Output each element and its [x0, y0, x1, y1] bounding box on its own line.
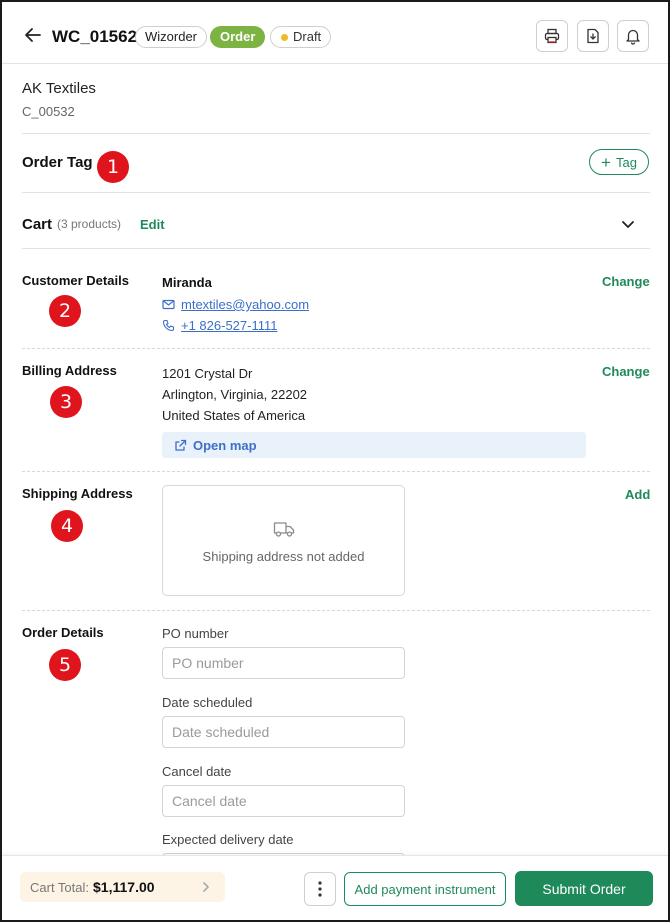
billing-line-2: Arlington, Virginia, 22202 [162, 387, 308, 402]
customer-name: AK Textiles [22, 80, 96, 97]
more-vertical-icon [318, 881, 322, 897]
dashed-divider [22, 610, 650, 611]
billing-line-1: 1201 Crystal Dr [162, 366, 253, 381]
status-dot [281, 34, 288, 41]
shipping-address-title: Shipping Address [22, 486, 133, 501]
open-map-label: Open map [193, 437, 257, 453]
step-badge-3: 3 [50, 386, 82, 418]
add-tag-button[interactable]: + Tag [589, 149, 649, 175]
divider [22, 192, 650, 193]
external-link-icon [175, 439, 187, 451]
status-label: Draft [293, 29, 322, 44]
cart-title: Cart [22, 216, 53, 233]
change-customer-link[interactable]: Change [602, 274, 650, 289]
download-button[interactable] [577, 20, 609, 52]
open-map-button[interactable]: Open map [162, 432, 586, 458]
step-badge-2: 2 [49, 295, 81, 327]
date-scheduled-input[interactable] [162, 716, 405, 748]
mail-icon [162, 299, 175, 310]
billing-address-title: Billing Address [22, 363, 117, 378]
order-details-title: Order Details [22, 625, 104, 640]
divider [22, 248, 650, 249]
source-pill: Wizorder [135, 26, 208, 48]
step-badge-4: 4 [51, 510, 83, 542]
billing-line-3: United States of America [162, 408, 306, 423]
expected-delivery-label: Expected delivery date [162, 832, 294, 847]
add-shipping-link[interactable]: Add [625, 487, 650, 502]
cart-product-count: (3 products) [57, 217, 122, 231]
truck-icon [273, 522, 295, 537]
cart-total-label: Cart Total: [30, 879, 90, 895]
status-badge: Draft [270, 26, 332, 48]
po-number-input[interactable] [162, 647, 405, 679]
notifications-button[interactable] [617, 20, 649, 52]
add-tag-label: Tag [615, 154, 637, 170]
contact-email-link[interactable]: mtextiles@yahoo.com [181, 297, 309, 312]
order-page: WC_01562 Wizorder Order Draft AK Textile… [0, 0, 670, 922]
chevron-right-icon [203, 882, 209, 892]
footer-bar: Cart Total: $1,117.00 Add payment instru… [2, 855, 668, 920]
bell-icon [626, 29, 640, 45]
contact-name: Miranda [162, 275, 212, 290]
po-number-label: PO number [162, 626, 229, 641]
step-badge-5: 5 [49, 649, 81, 681]
cart-total-value: $1,117.00 [93, 879, 155, 895]
print-icon [544, 28, 560, 44]
more-options-button[interactable] [304, 872, 336, 906]
date-scheduled-label: Date scheduled [162, 695, 253, 710]
customer-details-title: Customer Details [22, 273, 129, 288]
cancel-date-input[interactable] [162, 785, 405, 817]
add-payment-instrument-button[interactable]: Add payment instrument [344, 872, 506, 906]
dashed-divider [22, 471, 650, 472]
print-button[interactable] [536, 20, 568, 52]
customer-id: C_00532 [22, 104, 75, 119]
phone-icon [162, 319, 175, 332]
step-badge-1: 1 [97, 151, 129, 183]
order-id: WC_01562 [52, 27, 138, 46]
chevron-down-icon[interactable] [620, 216, 636, 232]
type-pill: Order [210, 26, 266, 48]
order-tag-title: Order Tag [22, 154, 93, 171]
dashed-divider [22, 348, 650, 349]
contact-email-row: mtextiles@yahoo.com [162, 297, 309, 312]
submit-order-button[interactable]: Submit Order [515, 871, 653, 906]
shipping-empty-text: Shipping address not added [202, 549, 365, 564]
back-arrow-icon[interactable] [22, 24, 44, 46]
cart-edit-link[interactable]: Edit [140, 217, 165, 232]
plus-icon: + [601, 152, 611, 172]
page-header: WC_01562 Wizorder Order Draft [2, 2, 668, 64]
divider [22, 133, 650, 134]
cancel-date-label: Cancel date [162, 764, 232, 779]
cart-total-summary[interactable]: Cart Total: $1,117.00 [20, 872, 225, 902]
contact-phone-row: +1 826-527-1111 [162, 318, 278, 333]
shipping-empty-state: Shipping address not added [162, 485, 405, 596]
contact-phone-link[interactable]: +1 826-527-1111 [181, 318, 278, 333]
download-icon [587, 28, 599, 44]
change-billing-link[interactable]: Change [602, 364, 650, 379]
